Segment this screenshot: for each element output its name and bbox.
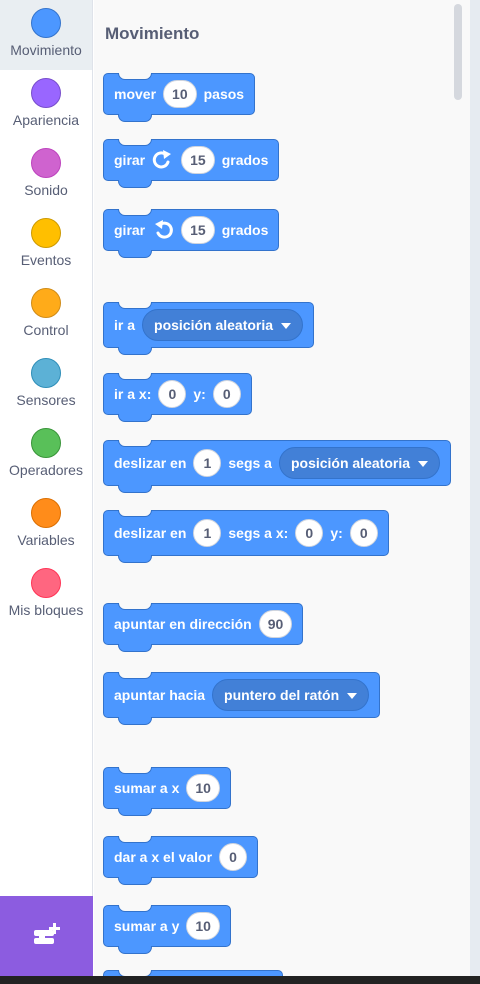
block-text: girar — [114, 152, 146, 168]
block-text: girar — [114, 222, 146, 238]
sensing-category-dot-icon — [31, 358, 61, 388]
category-label: Operadores — [9, 462, 83, 478]
category-control[interactable]: Control — [0, 280, 92, 350]
block-text: apuntar hacia — [114, 687, 206, 703]
turn-left-block[interactable]: girar 15 grados — [103, 209, 280, 258]
block-text: segs a — [228, 455, 272, 471]
point-towards-block[interactable]: apuntar hacia puntero del ratón — [103, 672, 381, 725]
block-text: ir a x: — [114, 386, 152, 402]
dropdown-caret-icon — [347, 693, 358, 699]
block-text: y: — [193, 386, 206, 402]
glide-target-dropdown[interactable]: posición aleatoria — [278, 447, 441, 479]
control-category-dot-icon — [31, 288, 61, 318]
y-input[interactable]: 0 — [212, 380, 241, 408]
dropdown-caret-icon — [281, 323, 292, 329]
category-label: Eventos — [20, 252, 72, 268]
category-label: Sensores — [16, 392, 76, 408]
block-text: apuntar en dirección — [114, 616, 252, 632]
glide-to-xy-block[interactable]: deslizar en 1 segs a x: 0 y: 0 — [103, 510, 389, 563]
category-label: Mis bloques — [8, 602, 84, 618]
block-text: grados — [221, 222, 269, 238]
category-label: Apariencia — [12, 112, 80, 128]
category-sound[interactable]: Sonido — [0, 140, 92, 210]
window-bottom-edge — [0, 976, 480, 984]
set-x-block[interactable]: dar a x el valor 0 — [103, 836, 259, 885]
flyout-category-title: Movimiento — [105, 24, 200, 43]
category-menu: Movimiento Apariencia Sonido Eventos Con… — [0, 0, 93, 896]
block-text: sumar a y — [114, 918, 180, 934]
add-extension-button[interactable] — [0, 896, 93, 976]
dropdown-value: posición aleatoria — [290, 455, 411, 471]
category-label: Sonido — [24, 182, 68, 198]
point-in-direction-block[interactable]: apuntar en dirección 90 — [103, 603, 304, 652]
steps-input[interactable]: 10 — [163, 80, 197, 108]
category-operators[interactable]: Operadores — [0, 420, 92, 490]
category-label: Control — [23, 322, 69, 338]
blocks-palette: Movimiento Apariencia Sonido Eventos Con… — [0, 0, 480, 976]
variables-category-dot-icon — [31, 498, 61, 528]
degrees-input[interactable]: 15 — [181, 146, 215, 174]
category-label: Variables — [17, 532, 75, 548]
flyout-scrollbar-thumb[interactable] — [454, 4, 462, 100]
block-text: sumar a x — [114, 780, 180, 796]
seconds-input[interactable]: 1 — [193, 519, 222, 547]
change-y-block[interactable]: sumar a y 10 — [103, 905, 231, 954]
turn-right-block[interactable]: girar 15 grados — [103, 139, 280, 188]
block-text: dar a x el valor — [114, 849, 213, 865]
point-towards-dropdown[interactable]: puntero del ratón — [212, 679, 370, 711]
glide-to-block[interactable]: deslizar en 1 segs a posición aleatoria — [103, 440, 452, 493]
block-text: deslizar en — [114, 525, 187, 541]
dropdown-value: puntero del ratón — [224, 687, 340, 703]
category-sensing[interactable]: Sensores — [0, 350, 92, 420]
y-input[interactable]: 0 — [349, 519, 378, 547]
category-my-blocks[interactable]: Mis bloques — [0, 560, 92, 630]
add-extension-icon — [33, 923, 60, 944]
direction-input[interactable]: 90 — [258, 610, 293, 638]
move-steps-block[interactable]: mover 10 pasos — [103, 73, 256, 122]
block-text: y: — [330, 525, 343, 541]
block-text: ir a — [114, 317, 136, 333]
rotate-counterclockwise-icon — [152, 220, 174, 240]
events-category-dot-icon — [31, 218, 61, 248]
go-to-xy-block[interactable]: ir a x: 0 y: 0 — [103, 373, 252, 422]
x-input[interactable]: 0 — [295, 519, 324, 547]
set-x-input[interactable]: 0 — [219, 843, 248, 871]
seconds-input[interactable]: 1 — [193, 449, 222, 477]
dropdown-value: posición aleatoria — [154, 317, 274, 333]
block-text: grados — [221, 152, 269, 168]
my-blocks-category-dot-icon — [31, 568, 61, 598]
go-to-block[interactable]: ir a posición aleatoria — [103, 302, 315, 355]
category-looks[interactable]: Apariencia — [0, 70, 92, 140]
block-text: mover — [114, 86, 157, 102]
block-text: deslizar en — [114, 455, 187, 471]
degrees-input[interactable]: 15 — [181, 216, 215, 244]
x-input[interactable]: 0 — [158, 380, 187, 408]
looks-category-dot-icon — [31, 78, 61, 108]
category-variables[interactable]: Variables — [0, 490, 92, 560]
sound-category-dot-icon — [31, 148, 61, 178]
category-events[interactable]: Eventos — [0, 210, 92, 280]
operators-category-dot-icon — [31, 428, 61, 458]
go-to-target-dropdown[interactable]: posición aleatoria — [142, 309, 304, 341]
block-text: segs a x: — [228, 525, 289, 541]
workspace-edge — [470, 0, 480, 976]
motion-category-dot-icon — [31, 8, 61, 38]
block-text: pasos — [203, 86, 245, 102]
change-x-block[interactable]: sumar a x 10 — [103, 767, 231, 816]
dropdown-caret-icon — [418, 461, 429, 467]
change-y-input[interactable]: 10 — [186, 912, 220, 940]
blocks-flyout: Movimiento mover 10 pasos girar 15 grado… — [94, 0, 470, 976]
change-x-input[interactable]: 10 — [186, 774, 220, 802]
category-label: Movimiento — [10, 42, 82, 58]
category-motion[interactable]: Movimiento — [0, 0, 92, 70]
rotate-clockwise-icon — [152, 150, 174, 170]
